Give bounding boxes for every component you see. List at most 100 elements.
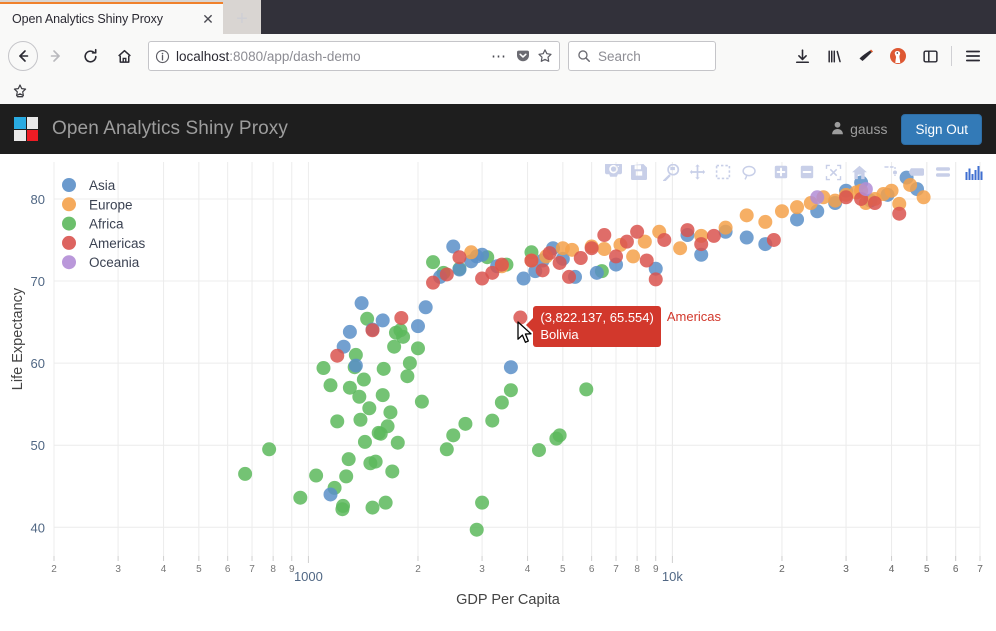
search-input[interactable]: Search xyxy=(598,49,641,64)
data-point xyxy=(390,435,405,450)
home-icon[interactable] xyxy=(108,40,140,72)
url-path: :8080/app/dash-demo xyxy=(229,48,361,64)
duckduckgo-icon[interactable] xyxy=(883,41,913,71)
data-point xyxy=(410,319,425,334)
data-point xyxy=(309,468,324,483)
x-tick-label-minor: 8 xyxy=(270,564,276,575)
y-tick-label: 40 xyxy=(31,520,45,535)
x-tick-label-minor: 3 xyxy=(479,564,485,575)
browser-tab-active[interactable]: Open Analytics Shiny Proxy ✕ xyxy=(0,2,223,34)
search-box[interactable]: Search xyxy=(568,41,716,71)
data-point xyxy=(609,249,624,264)
legend-marker xyxy=(62,235,76,250)
data-point xyxy=(238,466,253,481)
data-point xyxy=(316,361,331,376)
x-tick-label-minor: 2 xyxy=(415,564,421,575)
user-info: gauss xyxy=(831,121,887,138)
data-point xyxy=(706,228,721,243)
x-tick-label-minor: 3 xyxy=(843,564,849,575)
new-tab-button[interactable]: + xyxy=(223,4,261,34)
x-axis-title: GDP Per Capita xyxy=(456,592,561,608)
bookmark-star-icon[interactable] xyxy=(10,81,30,101)
forward-arrow-icon[interactable] xyxy=(40,40,72,72)
x-tick-label-minor: 4 xyxy=(525,564,531,575)
data-point xyxy=(503,383,518,398)
data-point xyxy=(535,263,550,278)
lasso-select-button[interactable] xyxy=(736,160,762,184)
shinyproxy-logo-icon xyxy=(14,117,38,141)
modebar-group-hover xyxy=(878,160,956,184)
data-point xyxy=(293,490,308,505)
pocket-icon[interactable] xyxy=(515,48,531,64)
bookmark-star-icon[interactable] xyxy=(537,48,553,64)
library-icon[interactable] xyxy=(819,41,849,71)
username: gauss xyxy=(850,121,888,137)
page-info-icon[interactable] xyxy=(155,49,170,64)
x-tick-label-minor: 8 xyxy=(634,564,640,575)
back-arrow-icon[interactable] xyxy=(8,41,38,71)
data-point xyxy=(758,214,773,229)
search-icon xyxy=(577,49,591,63)
downloads-icon[interactable] xyxy=(787,41,817,71)
hover-compare-button[interactable] xyxy=(904,160,930,184)
data-point xyxy=(330,414,345,429)
zoom-in-button[interactable] xyxy=(768,160,794,184)
page-actions-icon[interactable]: ⋯ xyxy=(489,47,509,65)
browser-toolbar-icons xyxy=(787,41,988,71)
data-point xyxy=(348,358,363,373)
mouse-cursor xyxy=(517,320,533,343)
zoom-button[interactable] xyxy=(658,160,684,184)
x-tick-label-minor: 7 xyxy=(977,564,983,575)
modebar-group-drag xyxy=(658,160,762,184)
data-point xyxy=(336,498,351,513)
data-point xyxy=(323,487,338,502)
modebar-group-zoom xyxy=(768,160,872,184)
data-point xyxy=(339,469,354,484)
data-point xyxy=(573,251,588,266)
data-point xyxy=(839,190,854,205)
data-point xyxy=(597,228,612,243)
plotly-logo[interactable] xyxy=(962,160,988,184)
data-point xyxy=(341,452,356,467)
menu-icon[interactable] xyxy=(958,41,988,71)
brand[interactable]: Open Analytics Shiny Proxy xyxy=(14,117,288,141)
box-select-button[interactable] xyxy=(710,160,736,184)
address-bar[interactable]: localhost:8080/app/dash-demo ⋯ xyxy=(148,41,560,71)
zoom-out-button[interactable] xyxy=(794,160,820,184)
x-tick-label-minor: 2 xyxy=(779,564,785,575)
user-icon xyxy=(831,121,844,138)
data-point xyxy=(426,255,441,270)
browser-window: Open Analytics Shiny Proxy ✕ + localhost… xyxy=(0,0,996,631)
save-edit-button[interactable] xyxy=(626,160,652,184)
data-point xyxy=(368,454,383,469)
autoscale-button[interactable] xyxy=(820,160,846,184)
data-point xyxy=(452,262,467,277)
toggle-spike-lines-button[interactable] xyxy=(878,160,904,184)
pan-button[interactable] xyxy=(684,160,710,184)
data-point xyxy=(790,212,805,227)
download-plot-png-button[interactable] xyxy=(600,160,626,184)
reload-icon[interactable] xyxy=(74,40,106,72)
toolbar-divider xyxy=(951,46,952,66)
reset-axes-button[interactable] xyxy=(846,160,872,184)
data-point xyxy=(426,275,441,290)
data-point xyxy=(402,356,417,371)
legend-marker xyxy=(62,216,76,231)
data-point xyxy=(446,428,461,443)
sync-icon[interactable] xyxy=(851,41,881,71)
data-point xyxy=(503,360,518,375)
data-point xyxy=(469,522,484,537)
url-text: localhost:8080/app/dash-demo xyxy=(176,49,483,64)
data-point xyxy=(673,241,688,256)
data-point xyxy=(766,232,781,247)
data-point xyxy=(790,200,805,215)
plot-container[interactable]: 40 50 60 70 80 2 3 4 5 6 7 8 9 2 3 4 5 6 7 8 9 2 3 4 5 6 7 2 3 4 5 6 7 10… xyxy=(0,154,996,631)
data-point xyxy=(330,348,345,363)
data-point xyxy=(494,257,509,272)
hover-closest-button[interactable] xyxy=(930,160,956,184)
scatter-plot[interactable]: 40506070802 3 4 5 6 7 8 9 2 3 4 5 6 7 8 9 2 3 4 5 6 72 3 4 5 6 710… xyxy=(0,154,996,631)
data-point xyxy=(531,443,546,458)
sign-out-button[interactable]: Sign Out xyxy=(901,113,982,145)
sidebar-icon[interactable] xyxy=(915,41,945,71)
close-icon[interactable]: ✕ xyxy=(199,10,217,28)
